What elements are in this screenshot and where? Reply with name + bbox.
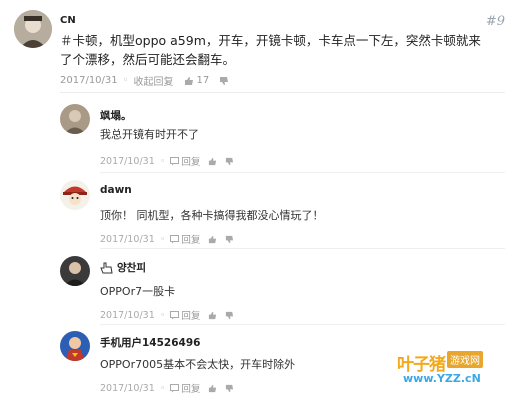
- reply-text: OPPOr7一股卡: [100, 285, 176, 298]
- reply-text: 顶你！ 同机型，各种卡搞得我都没心情玩了！: [100, 209, 324, 222]
- reply-date: 2017/10/31: [100, 233, 155, 245]
- avatar[interactable]: [14, 10, 52, 48]
- reply-date: 2017/10/31: [100, 382, 155, 394]
- comment-date: 2017/10/31: [60, 75, 118, 86]
- thumbs-up-icon: [209, 235, 217, 243]
- reply-meta: 2017/10/31 ◦ 回复: [100, 308, 234, 322]
- reply-author[interactable]: 양찬피: [117, 260, 146, 275]
- thumbs-up-icon: [209, 157, 217, 165]
- watermark-url: www.YZZ.cN: [403, 372, 481, 385]
- reply-date: 2017/10/31: [100, 155, 155, 167]
- avatar[interactable]: [60, 331, 90, 361]
- thumbs-down-icon: [226, 311, 234, 319]
- reply-button[interactable]: 回复: [170, 308, 200, 322]
- comment-icon: [170, 234, 180, 243]
- like-button[interactable]: [208, 384, 217, 393]
- dislike-button[interactable]: [225, 235, 234, 244]
- like-count: 17: [196, 75, 210, 86]
- avatar[interactable]: [60, 256, 90, 286]
- comment-icon: [170, 156, 180, 165]
- reply-meta: 2017/10/31 ◦ 回复: [100, 232, 234, 246]
- like-button[interactable]: [208, 311, 217, 320]
- reply-date: 2017/10/31: [100, 309, 155, 321]
- comment-meta: 2017/10/31 ◦ 收起回复 17: [60, 73, 229, 88]
- divider: [100, 324, 505, 325]
- floor-number: #9: [485, 14, 505, 29]
- like-button[interactable]: [208, 157, 217, 166]
- reply-button[interactable]: 回复: [170, 232, 200, 246]
- dislike-button[interactable]: [225, 157, 234, 166]
- divider: [100, 248, 505, 249]
- site-watermark: 叶子猪 游戏网 www.YZZ.cN: [397, 350, 497, 390]
- thumbs-down-icon: [226, 384, 234, 392]
- comment-icon: [170, 310, 180, 319]
- thumbs-up-icon: [209, 384, 217, 392]
- like-button[interactable]: [208, 235, 217, 244]
- thumbs-down-icon: [226, 235, 234, 243]
- comment-icon: [170, 383, 180, 392]
- reply-author[interactable]: 飒塌。: [100, 108, 132, 123]
- thumbs-up-icon: [209, 311, 217, 319]
- collapse-replies-label: 收起回复: [133, 77, 174, 88]
- collapse-replies-button[interactable]: 收起回复: [134, 73, 174, 88]
- like-button[interactable]: 17: [184, 75, 210, 86]
- reply-author[interactable]: dawn: [100, 184, 132, 196]
- reply-text: 我总开镜有时开不了: [100, 128, 199, 141]
- reply-meta: 2017/10/31 ◦ 回复: [100, 381, 234, 395]
- comment-author[interactable]: CN: [60, 15, 76, 26]
- reply-button[interactable]: 回复: [170, 381, 200, 395]
- watermark-tag: 游戏网: [447, 351, 483, 368]
- thumbs-down-icon: [220, 76, 229, 85]
- hand-pointer-icon: [100, 262, 113, 273]
- comment-text: ＃卡顿，机型oppo a59m，开车，开镜卡顿，卡车点一下左，突然卡顿就来了个漂…: [60, 33, 481, 67]
- divider: [60, 92, 505, 93]
- avatar[interactable]: [60, 104, 90, 134]
- reply-author-row[interactable]: 양찬피: [100, 260, 146, 275]
- divider: [100, 172, 505, 173]
- reply-button[interactable]: 回复: [170, 154, 200, 168]
- reply-meta: 2017/10/31 ◦ 回复: [100, 154, 234, 168]
- thumbs-up-icon: [184, 76, 193, 85]
- thumbs-down-icon: [226, 157, 234, 165]
- dislike-button[interactable]: [219, 76, 229, 86]
- reply-author[interactable]: 手机用户14526496: [100, 335, 200, 350]
- reply-text: OPPOr7005基本不会太快，开车时除外: [100, 358, 296, 371]
- dislike-button[interactable]: [225, 311, 234, 320]
- dislike-button[interactable]: [225, 384, 234, 393]
- avatar[interactable]: [60, 180, 90, 210]
